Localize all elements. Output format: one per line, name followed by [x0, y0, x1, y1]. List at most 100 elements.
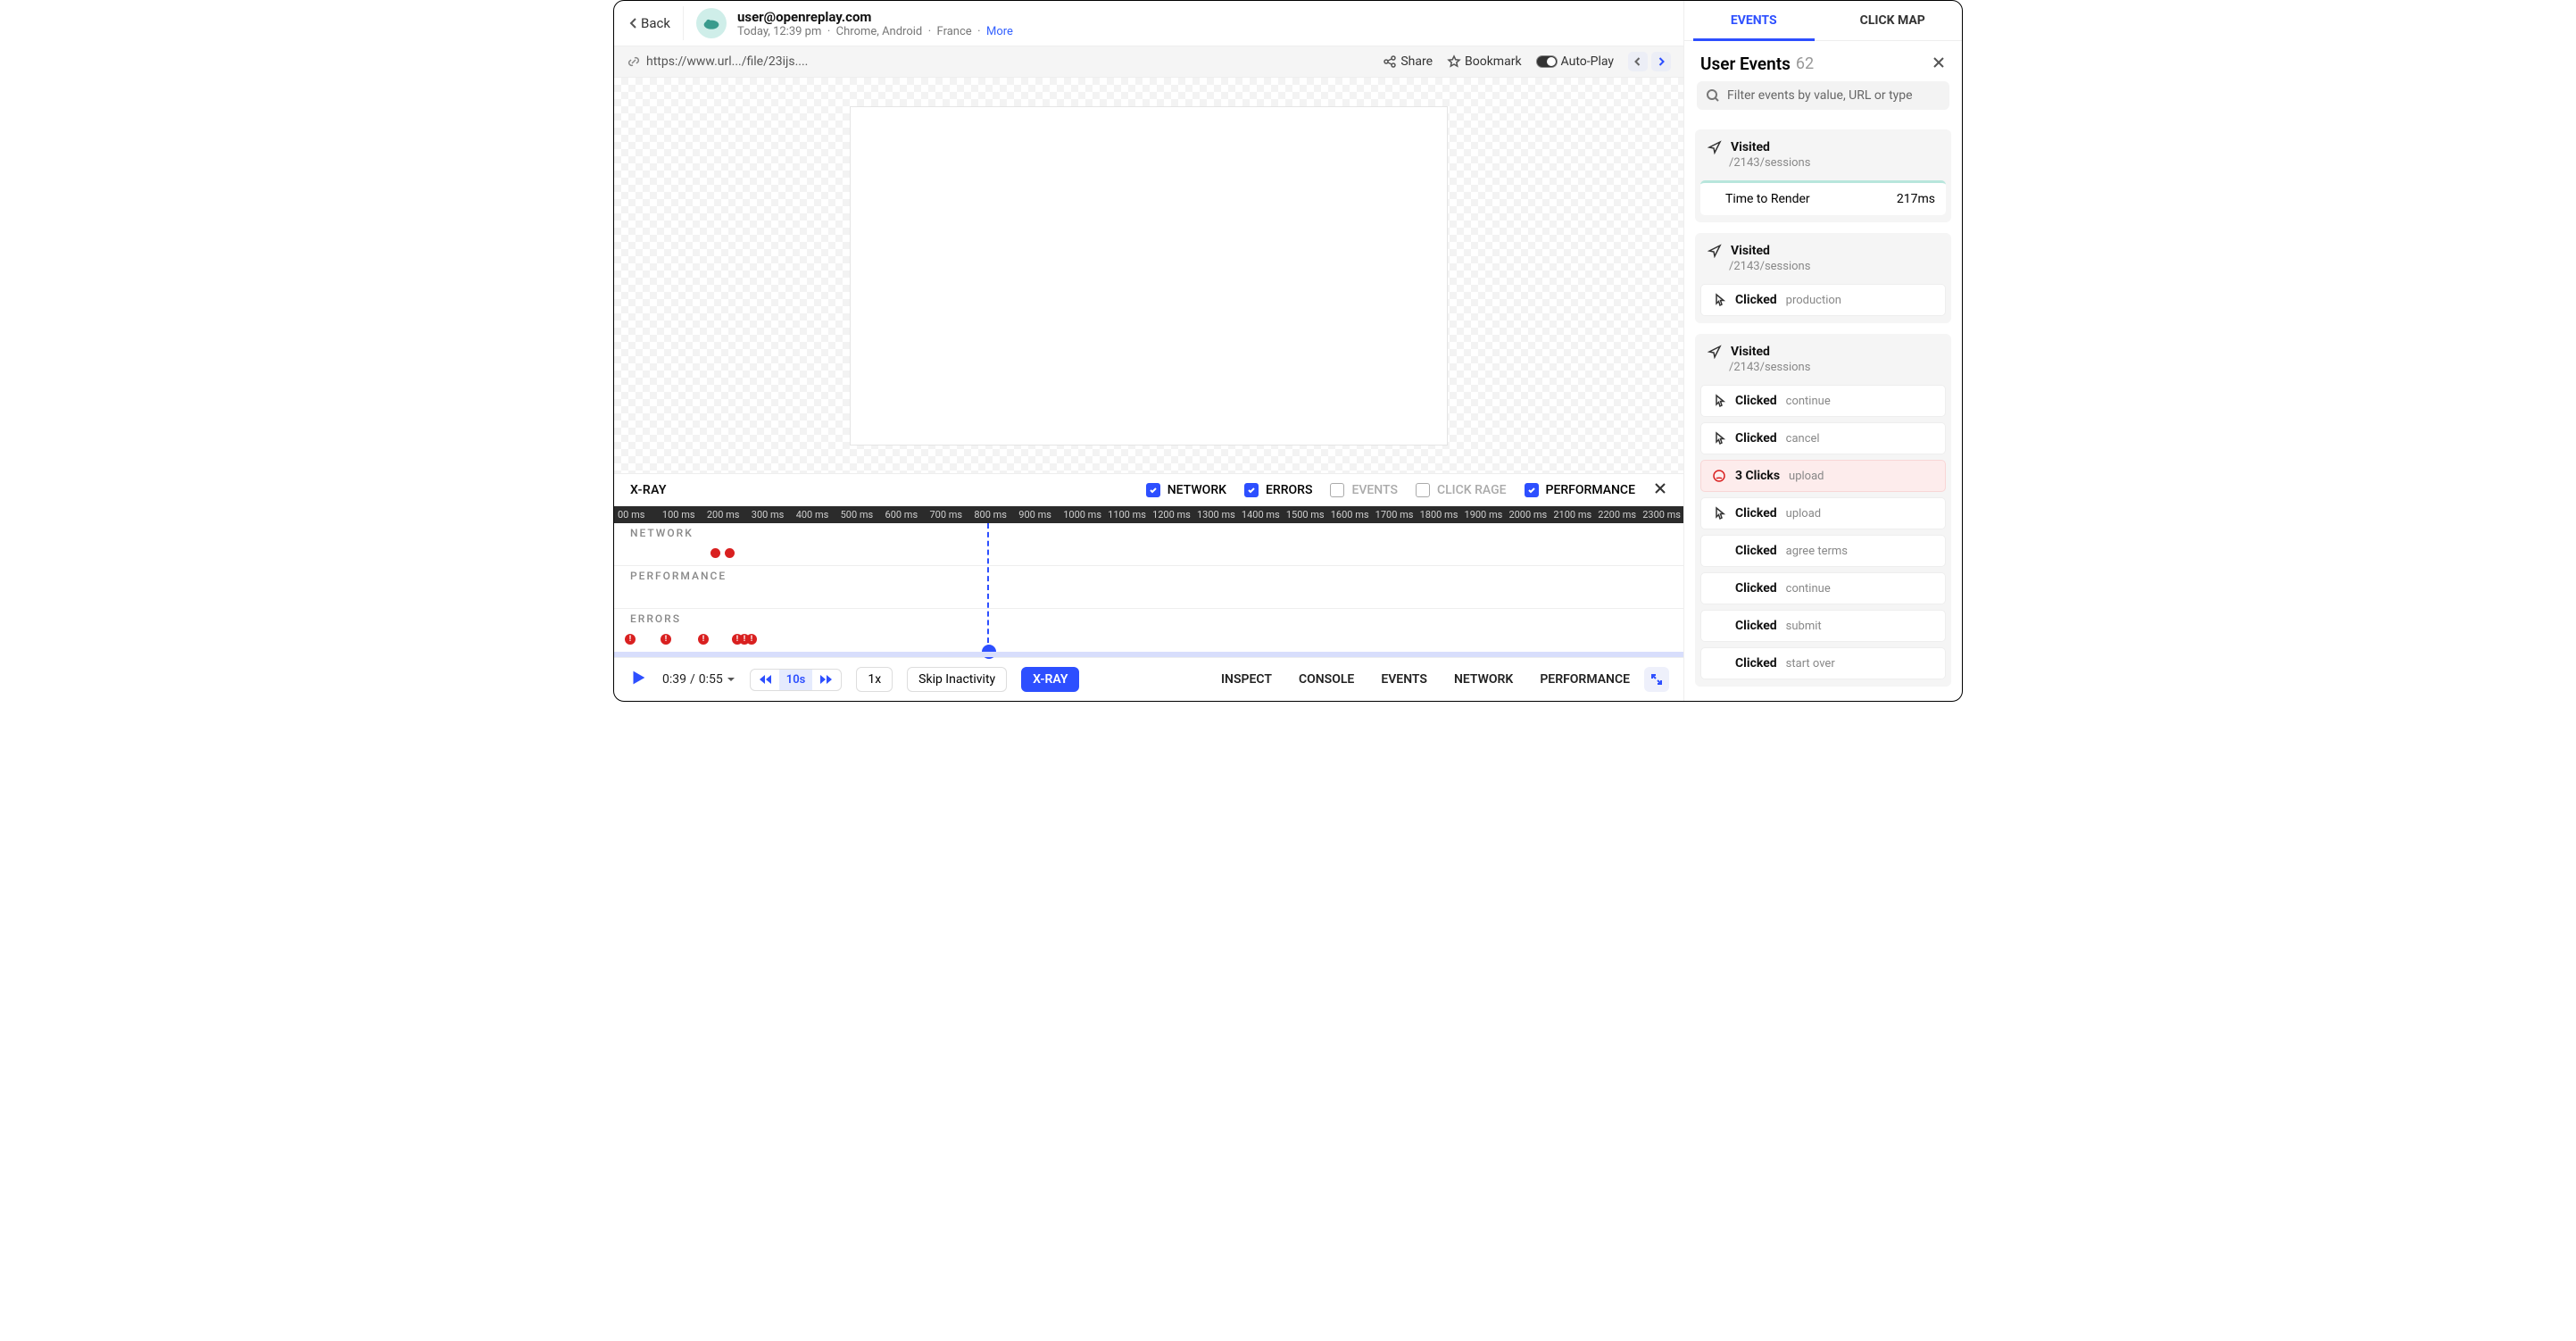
visited-row[interactable]: Visited: [1695, 242, 1951, 260]
url-bar: https://www.url.../file/23ijs.... Share …: [614, 46, 1683, 78]
ruler-tick: 1500 ms: [1283, 509, 1327, 521]
ruler-tick: 1100 ms: [1104, 509, 1149, 521]
timeline-playhead[interactable]: [987, 523, 989, 652]
click-row[interactable]: Clickedcontinue: [1700, 385, 1946, 417]
event-block: Visited /2143/sessions Time to Render217…: [1695, 129, 1951, 222]
click-row[interactable]: Clickedcontinue: [1700, 572, 1946, 604]
next-session-button[interactable]: [1651, 52, 1671, 71]
ruler-tick: 1900 ms: [1461, 509, 1506, 521]
location-icon: [1708, 140, 1722, 154]
tab-performance[interactable]: PERFORMANCE: [1540, 672, 1630, 687]
skip-amount[interactable]: 10s: [779, 670, 813, 690]
location-icon: [1708, 244, 1722, 258]
back-label: Back: [641, 15, 670, 31]
track-network: NETWORK: [614, 523, 1683, 566]
ruler-tick: 300 ms: [748, 509, 793, 521]
timeline-ruler[interactable]: 00 ms100 ms200 ms300 ms400 ms500 ms600 m…: [614, 506, 1683, 523]
chevron-down-icon: [727, 675, 735, 684]
events-list[interactable]: Visited /2143/sessions Time to Render217…: [1684, 119, 1962, 701]
events-search-input[interactable]: Filter events by value, URL or type: [1697, 81, 1949, 110]
progress-track[interactable]: [614, 652, 1683, 657]
xray-close-button[interactable]: [1653, 481, 1667, 499]
ruler-tick: 2100 ms: [1550, 509, 1594, 521]
ruler-tick: 800 ms: [970, 509, 1015, 521]
xray-toggle-button[interactable]: X-RAY: [1021, 667, 1079, 692]
skip-back-button[interactable]: [751, 670, 779, 688]
error-marker[interactable]: !: [698, 634, 709, 645]
ruler-tick: 1000 ms: [1059, 509, 1104, 521]
fullscreen-button[interactable]: [1644, 667, 1669, 692]
link-icon: [627, 54, 641, 69]
xray-filter-errors[interactable]: ERRORS: [1244, 483, 1312, 497]
xray-filter-performance[interactable]: PERFORMANCE: [1525, 483, 1635, 497]
tab-console[interactable]: CONSOLE: [1299, 672, 1354, 687]
tab-inspect[interactable]: INSPECT: [1221, 672, 1272, 687]
session-header: Back user@openreplay.com Today, 12:39 pm…: [614, 1, 1683, 46]
click-row[interactable]: Clickedproduction: [1700, 284, 1946, 316]
search-icon: [1706, 88, 1720, 103]
event-block: Visited /2143/sessions Clickedcontinue Cl…: [1695, 334, 1951, 687]
autoplay-toggle[interactable]: Auto-Play: [1536, 54, 1614, 69]
prev-session-button[interactable]: [1628, 52, 1648, 71]
skip-forward-button[interactable]: [812, 670, 841, 688]
share-icon: [1383, 54, 1397, 69]
star-icon: [1447, 54, 1461, 69]
visited-path: /2143/sessions: [1695, 156, 1951, 175]
replay-viewport: [614, 78, 1683, 473]
ruler-tick: 1800 ms: [1417, 509, 1461, 521]
error-marker[interactable]: !: [625, 634, 636, 645]
tab-events[interactable]: EVENTS: [1381, 672, 1427, 687]
xray-filter-clickrage[interactable]: CLICK RAGE: [1416, 483, 1507, 497]
event-block: Visited /2143/sessions Clickedproduction: [1695, 233, 1951, 323]
sidebar-tab-events[interactable]: EVENTS: [1684, 1, 1824, 40]
network-event-marker[interactable]: [725, 548, 735, 558]
click-row[interactable]: Clickedsubmit: [1700, 610, 1946, 642]
skip-inactivity-button[interactable]: Skip Inactivity: [907, 667, 1007, 692]
share-button[interactable]: Share: [1383, 54, 1433, 69]
visited-row[interactable]: Visited: [1695, 138, 1951, 156]
ruler-tick: 600 ms: [882, 509, 927, 521]
pointer-icon: [1712, 394, 1726, 408]
network-event-marker[interactable]: [710, 548, 720, 558]
pointer-icon: [1712, 506, 1726, 521]
ruler-tick: 900 ms: [1015, 509, 1059, 521]
visited-path: /2143/sessions: [1695, 260, 1951, 279]
replay-frame[interactable]: [850, 106, 1448, 446]
ruler-tick: 2200 ms: [1594, 509, 1639, 521]
tab-network[interactable]: NETWORK: [1454, 672, 1513, 687]
page-url: https://www.url.../file/23ijs....: [646, 54, 808, 69]
user-email: user@openreplay.com: [737, 9, 1013, 25]
events-count: 62: [1796, 54, 1814, 73]
back-button[interactable]: Back: [627, 15, 670, 31]
ruler-tick: 2000 ms: [1505, 509, 1550, 521]
visited-path: /2143/sessions: [1695, 361, 1951, 379]
close-sidebar-button[interactable]: [1932, 55, 1946, 73]
more-link[interactable]: More: [986, 25, 1013, 38]
error-marker[interactable]: !: [746, 634, 757, 645]
click-row[interactable]: Clickedagree terms: [1700, 535, 1946, 567]
pointer-icon: [1712, 293, 1726, 307]
play-button[interactable]: [628, 668, 648, 691]
ruler-tick: 1600 ms: [1327, 509, 1372, 521]
bookmark-button[interactable]: Bookmark: [1447, 54, 1522, 69]
events-sidebar: EVENTS CLICK MAP User Events 62 Filter e…: [1683, 1, 1962, 701]
visited-row[interactable]: Visited: [1695, 343, 1951, 361]
ruler-tick: 500 ms: [837, 509, 882, 521]
speed-button[interactable]: 1x: [856, 667, 893, 692]
track-errors: ERRORS ! ! ! ! ! !: [614, 609, 1683, 652]
ruler-tick: 100 ms: [659, 509, 703, 521]
time-to-render-row[interactable]: Time to Render217ms: [1700, 180, 1946, 215]
time-display[interactable]: 0:39 / 0:55: [662, 672, 735, 687]
ruler-tick: 1700 ms: [1372, 509, 1417, 521]
click-row[interactable]: Clickedupload: [1700, 497, 1946, 529]
xray-filter-network[interactable]: NETWORK: [1146, 483, 1226, 497]
error-marker[interactable]: !: [661, 634, 671, 645]
xray-filter-events[interactable]: EVENTS: [1330, 483, 1398, 497]
click-row[interactable]: Clickedcancel: [1700, 422, 1946, 454]
user-avatar: [696, 8, 727, 38]
rage-icon: [1712, 469, 1726, 483]
click-row[interactable]: Clickedstart over: [1700, 647, 1946, 679]
track-performance: PERFORMANCE: [614, 566, 1683, 609]
rage-click-row[interactable]: 3 Clicksupload: [1700, 460, 1946, 492]
sidebar-tab-clickmap[interactable]: CLICK MAP: [1824, 1, 1963, 40]
